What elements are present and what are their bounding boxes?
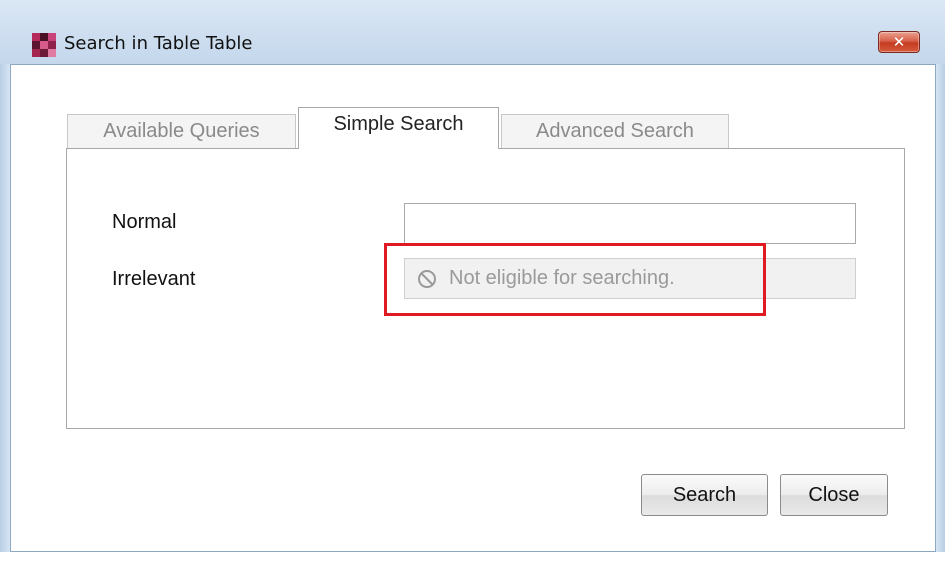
irrelevant-label: Irrelevant (112, 268, 196, 290)
search-button[interactable]: Search (641, 474, 768, 516)
close-icon: ✕ (892, 34, 906, 51)
irrelevant-field: Not eligible for searching. (404, 258, 856, 299)
tab-simple-search[interactable]: Simple Search (298, 107, 499, 149)
window-frame-bottom (0, 552, 945, 569)
normal-label: Normal (112, 211, 177, 233)
tab-advanced-search[interactable]: Advanced Search (501, 114, 729, 148)
app-logo-icon (32, 33, 56, 57)
tab-label: Simple Search (333, 113, 464, 135)
title-bar[interactable]: Search in Table Table ✕ (0, 0, 945, 64)
window-frame-right (936, 0, 945, 569)
window-title: Search in Table Table (64, 33, 253, 54)
not-allowed-icon (418, 269, 436, 288)
normal-field[interactable] (404, 203, 856, 244)
window-close-button[interactable]: ✕ (878, 31, 920, 53)
tab-available-queries[interactable]: Available Queries (67, 114, 296, 148)
search-dialog: Search in Table Table ✕ Available Querie… (0, 0, 945, 569)
search-button-label: Search (672, 483, 737, 506)
window-frame-left (0, 0, 10, 569)
tab-label: Advanced Search (536, 120, 694, 142)
close-button[interactable]: Close (780, 474, 888, 516)
tab-label: Available Queries (103, 120, 260, 142)
close-button-label: Close (808, 483, 860, 506)
not-eligible-message: Not eligible for searching. (449, 267, 675, 289)
